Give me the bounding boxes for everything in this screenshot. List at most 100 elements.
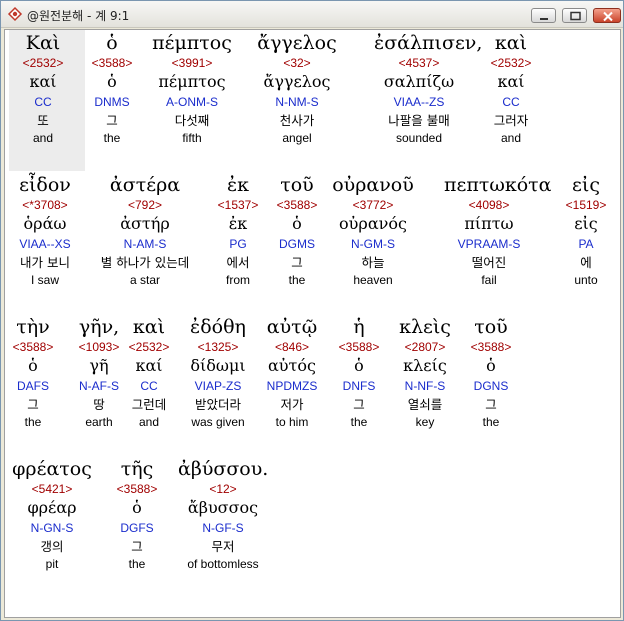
- word-lemma: ὁ: [486, 356, 496, 375]
- maximize-button[interactable]: [562, 8, 587, 23]
- word-korean: 하늘: [361, 255, 385, 270]
- word-lemma: πέμπτος: [158, 72, 226, 91]
- word-greek: ἐσάλπισεν,: [374, 32, 483, 54]
- word-english: fifth: [182, 131, 202, 145]
- word-greek: πεπτωκότα: [444, 174, 552, 196]
- word-korean: 그: [485, 397, 497, 412]
- word-greek: καὶ: [494, 32, 528, 54]
- window-title: @원전분해 - 계 9:1: [27, 9, 130, 23]
- word-lemma: σαλπίζω: [383, 72, 455, 91]
- word-strong: <*3708>: [22, 198, 68, 212]
- word-korean: 내가 보니: [20, 255, 70, 270]
- word-strong: <792>: [127, 198, 163, 212]
- word-column[interactable]: οὐρανοῦ <3772> οὐρανός N-GM-S 하늘 heaven: [328, 173, 418, 288]
- word-strong: <3991>: [171, 56, 213, 70]
- word-lemma: ἄβυσσος: [187, 498, 259, 517]
- word-column[interactable]: πεπτωκότα <4098> πίπτω VPRAAM-S 떨어진 fail: [444, 173, 552, 288]
- word-greek: ἀβύσσου.: [178, 458, 269, 480]
- word-korean: 무저: [211, 539, 235, 554]
- word-greek: ἄγγελος: [257, 32, 337, 54]
- word-greek: εἶδον: [19, 174, 71, 196]
- word-korean: 그: [106, 113, 118, 128]
- word-strong: <2532>: [490, 56, 532, 70]
- word-parse: A-ONM-S: [166, 95, 218, 109]
- word-parse: DNMS: [94, 95, 130, 109]
- word-parse: CC: [502, 95, 520, 109]
- word-greek: πέμπτος: [152, 32, 232, 54]
- word-strong: <3772>: [352, 198, 394, 212]
- word-lemma: εἰς: [574, 214, 598, 233]
- word-lemma: ὁ: [132, 498, 142, 517]
- interlinear-panel[interactable]: Καὶ <2532> καί CC 또 and ὁ <3588> ὁ DNMS 그 the πέμπτο…: [4, 29, 621, 618]
- word-parse: N-GF-S: [202, 521, 244, 535]
- word-lemma: φρέαρ: [27, 498, 77, 517]
- word-korean: 갱의: [40, 539, 64, 554]
- word-lemma: ὁ: [107, 72, 117, 91]
- word-strong: <3588>: [116, 482, 158, 496]
- app-icon[interactable]: [7, 6, 23, 22]
- word-strong: <1519>: [565, 198, 607, 212]
- word-korean: 그러자: [493, 113, 529, 128]
- word-parse: VIAA--ZS: [393, 95, 445, 109]
- word-strong: <12>: [209, 482, 237, 496]
- word-korean: 다섯째: [174, 113, 210, 128]
- word-column[interactable]: φρέατος <5421> φρέαρ N-GN-S 갱의 pit: [7, 457, 97, 572]
- word-english: heaven: [353, 273, 393, 287]
- word-lemma: ὁράω: [23, 214, 67, 233]
- word-english: the: [128, 557, 146, 571]
- word-strong: <4537>: [398, 56, 440, 70]
- word-korean: 그: [131, 539, 143, 554]
- word-lemma: ἄγγελος: [263, 72, 331, 91]
- word-column[interactable]: ἄγγελος <32> ἄγγελος N-NM-S 천사가 angel: [252, 31, 342, 146]
- word-parse: N-GN-S: [30, 521, 74, 535]
- word-english: sounded: [395, 131, 443, 145]
- word-english: a star: [129, 273, 160, 287]
- word-column[interactable]: εἰς <1519> εἰς PA 에 unto: [541, 173, 620, 288]
- word-strong: <3588>: [91, 56, 133, 70]
- word-korean: 천사가: [279, 113, 315, 128]
- word-parse: DGFS: [120, 521, 154, 535]
- word-lemma: οὐρανός: [339, 214, 407, 233]
- word-english: I saw: [30, 273, 59, 287]
- word-english: the: [103, 131, 121, 145]
- close-button[interactable]: [593, 8, 621, 23]
- word-column[interactable]: ἐσάλπισεν, <4537> σαλπίζω VIAA--ZS 나팔을 불매 sou…: [374, 31, 483, 146]
- word-column[interactable]: τῆς <3588> ὁ DGFS 그 the: [92, 457, 182, 572]
- word-column[interactable]: τοῦ <3588> ὁ DGNS 그 the: [446, 315, 536, 430]
- word-lemma: ἀστήρ: [120, 214, 170, 233]
- word-greek: ὁ: [106, 32, 118, 54]
- word-strong: <32>: [283, 56, 311, 70]
- word-strong: <4098>: [468, 198, 510, 212]
- word-korean: 별 하나가 있는데: [100, 255, 190, 270]
- word-column[interactable]: καὶ <2532> καί CC 그러자 and: [466, 31, 556, 146]
- word-column[interactable]: πέμπτος <3991> πέμπτος A-ONM-S 다섯째 fifth: [147, 31, 237, 146]
- word-greek: τοῦ: [474, 316, 508, 338]
- word-lemma: καί: [497, 72, 525, 91]
- word-korean: 에: [580, 255, 592, 270]
- word-english: fail: [481, 273, 497, 287]
- minimize-button[interactable]: [531, 8, 556, 23]
- word-korean: 떨어진: [471, 255, 507, 270]
- word-greek: τῆς: [120, 458, 154, 480]
- word-strong: <5421>: [31, 482, 73, 496]
- word-korean: 나팔을 불매: [388, 113, 450, 128]
- word-column[interactable]: ὁ <3588> ὁ DNMS 그 the: [67, 31, 157, 146]
- word-english: the: [482, 415, 500, 429]
- word-english: and: [500, 131, 522, 145]
- word-parse: VPRAAM-S: [457, 237, 521, 251]
- word-english: angel: [282, 131, 312, 145]
- word-parse: VIAA--XS: [19, 237, 71, 251]
- word-column[interactable]: εἶδον <*3708> ὁράω VIAA--XS 내가 보니 I saw: [5, 173, 90, 288]
- word-greek: ἀστέρα: [109, 174, 181, 196]
- word-lemma: πίπτω: [464, 214, 514, 233]
- title-bar[interactable]: @원전분해 - 계 9:1: [1, 1, 623, 28]
- word-greek: φρέατος: [12, 458, 92, 480]
- word-parse: N-NM-S: [275, 95, 319, 109]
- word-column[interactable]: ἀβύσσου. <12> ἄβυσσος N-GF-S 무저 of bottomless: [178, 457, 268, 572]
- word-strong: <3588>: [470, 340, 512, 354]
- word-greek: οὐρανοῦ: [332, 174, 414, 196]
- word-column[interactable]: ἀστέρα <792> ἀστήρ N-AM-S 별 하나가 있는데 a star: [100, 173, 190, 288]
- app-window: @원전분해 - 계 9:1 Καὶ <2532> καί CC 또 and ὁ <3588> ὁ…: [0, 0, 624, 621]
- word-english: pit: [45, 557, 59, 571]
- word-parse: N-GM-S: [351, 237, 395, 251]
